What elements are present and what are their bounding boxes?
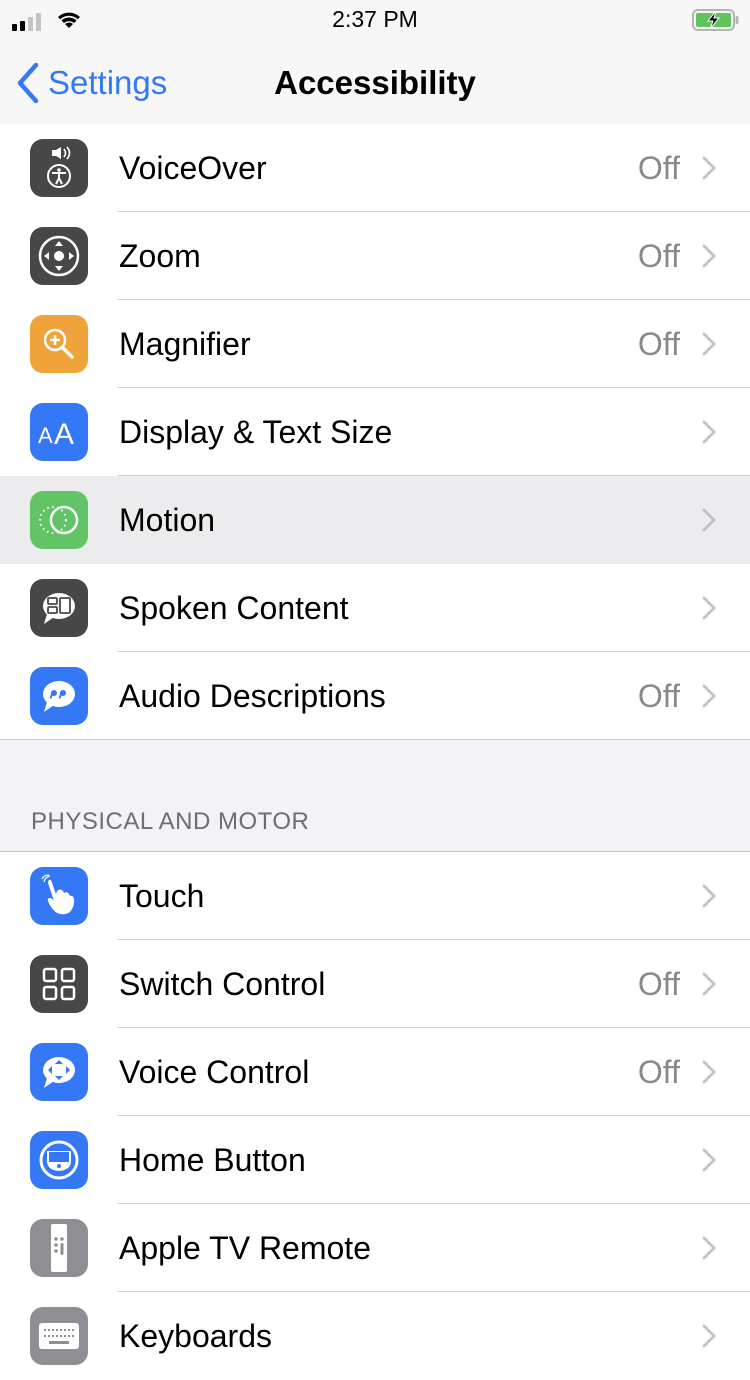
vision-settings-group: VoiceOver Off Zoom Off Magnifier Off AA … bbox=[0, 124, 750, 740]
list-item-display-text-size[interactable]: AA Display & Text Size bbox=[0, 388, 750, 476]
row-label: Switch Control bbox=[119, 965, 326, 1002]
row-value: Off bbox=[637, 677, 680, 714]
svg-text:A: A bbox=[38, 423, 53, 447]
touch-icon bbox=[30, 867, 88, 925]
chevron-right-icon bbox=[702, 332, 716, 356]
row-label: Audio Descriptions bbox=[119, 677, 386, 714]
row-label: Zoom bbox=[119, 237, 201, 274]
list-item-keyboards[interactable]: Keyboards bbox=[0, 1292, 750, 1380]
physical-motor-settings-group: Touch Switch Control Off Voice Control O… bbox=[0, 851, 750, 1380]
row-value: Off bbox=[637, 325, 680, 362]
chevron-right-icon bbox=[702, 1060, 716, 1084]
spoken-content-icon bbox=[30, 579, 88, 637]
chevron-right-icon bbox=[702, 508, 716, 532]
audio-descriptions-icon bbox=[30, 667, 88, 725]
page-title: Accessibility bbox=[274, 64, 476, 101]
home-button-icon bbox=[30, 1131, 88, 1189]
row-label: Magnifier bbox=[119, 325, 251, 362]
svg-text:A: A bbox=[54, 418, 74, 447]
list-item-motion[interactable]: Motion bbox=[0, 476, 750, 564]
list-item-voice-control[interactable]: Voice Control Off bbox=[0, 1028, 750, 1116]
row-label: VoiceOver bbox=[119, 149, 267, 186]
zoom-icon bbox=[30, 227, 88, 285]
status-time: 2:37 PM bbox=[332, 6, 418, 32]
magnifier-icon bbox=[30, 315, 88, 373]
chevron-right-icon bbox=[702, 596, 716, 620]
motion-icon bbox=[30, 491, 88, 549]
voiceover-icon bbox=[30, 139, 88, 197]
chevron-right-icon bbox=[702, 972, 716, 996]
chevron-right-icon bbox=[702, 1324, 716, 1348]
list-item-switch-control[interactable]: Switch Control Off bbox=[0, 940, 750, 1028]
chevron-right-icon bbox=[702, 156, 716, 180]
row-value: Off bbox=[637, 149, 680, 186]
battery-charging-icon bbox=[692, 9, 739, 31]
list-item-home-button[interactable]: Home Button bbox=[0, 1116, 750, 1204]
row-value: Off bbox=[637, 237, 680, 274]
list-item-spoken-content[interactable]: Spoken Content bbox=[0, 564, 750, 652]
list-item-apple-tv-remote[interactable]: Apple TV Remote bbox=[0, 1204, 750, 1292]
list-item-audio-descriptions[interactable]: Audio Descriptions Off bbox=[0, 652, 750, 740]
switch-control-icon bbox=[30, 955, 88, 1013]
navigation-bar: Settings Accessibility bbox=[0, 40, 750, 129]
chevron-right-icon bbox=[702, 420, 716, 444]
voice-control-icon bbox=[30, 1043, 88, 1101]
keyboard-icon bbox=[30, 1307, 88, 1365]
row-label: Apple TV Remote bbox=[119, 1229, 371, 1266]
row-label: Voice Control bbox=[119, 1053, 310, 1090]
chevron-right-icon bbox=[702, 1236, 716, 1260]
row-value: Off bbox=[637, 965, 680, 1002]
status-bar: 2:37 PM bbox=[0, 0, 750, 40]
list-item-zoom[interactable]: Zoom Off bbox=[0, 212, 750, 300]
apple-tv-remote-icon bbox=[30, 1219, 88, 1277]
row-label: Keyboards bbox=[119, 1317, 272, 1354]
list-item-magnifier[interactable]: Magnifier Off bbox=[0, 300, 750, 388]
chevron-right-icon bbox=[702, 884, 716, 908]
list-item-touch[interactable]: Touch bbox=[0, 852, 750, 940]
chevron-right-icon bbox=[702, 1148, 716, 1172]
row-label: Spoken Content bbox=[119, 589, 349, 626]
display-text-size-icon: AA bbox=[30, 403, 88, 461]
row-value: Off bbox=[637, 1053, 680, 1090]
section-header-physical-motor: PHYSICAL AND MOTOR bbox=[31, 808, 310, 835]
chevron-right-icon bbox=[702, 684, 716, 708]
chevron-right-icon bbox=[702, 244, 716, 268]
row-label: Display & Text Size bbox=[119, 413, 393, 450]
list-item-voiceover[interactable]: VoiceOver Off bbox=[0, 124, 750, 212]
row-label: Home Button bbox=[119, 1141, 306, 1178]
row-label: Touch bbox=[119, 877, 205, 914]
row-label: Motion bbox=[119, 501, 216, 538]
